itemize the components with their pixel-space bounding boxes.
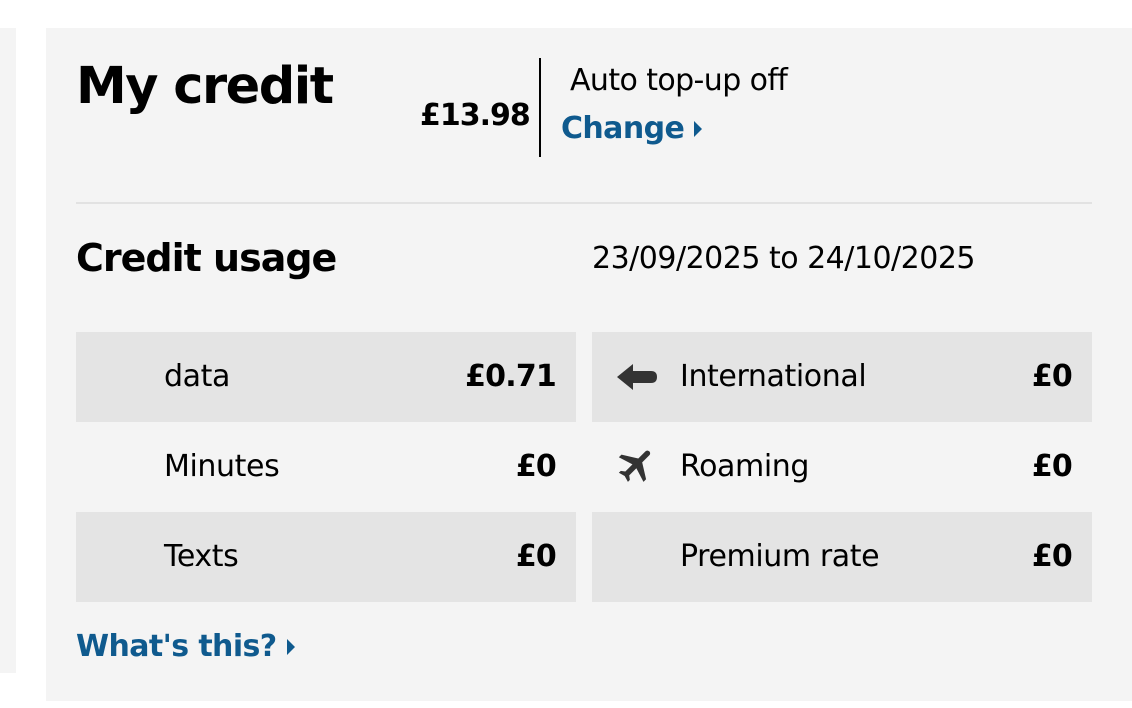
usage-period: 23/09/2025 to 24/10/2025 [592, 241, 976, 276]
usage-row-data: data £0.71 [76, 332, 576, 422]
change-auto-topup-link[interactable]: Change [561, 110, 703, 148]
usage-label: Premium rate [680, 539, 880, 574]
chevron-right-icon [694, 121, 703, 137]
usage-row-premium-rate: Premium rate £0 [592, 512, 1092, 602]
usage-value: £0 [1031, 359, 1073, 394]
usage-label: Roaming [680, 449, 810, 484]
usage-value: £0.71 [465, 359, 557, 394]
usage-row-minutes: Minutes £0 [76, 422, 576, 512]
usage-row-texts: Texts £0 [76, 512, 576, 602]
whats-this-label: What's this? [76, 629, 277, 664]
airplane-icon [614, 450, 660, 484]
credit-balance: £13.98 [420, 98, 531, 133]
usage-label: Texts [164, 539, 239, 574]
my-credit-title: My credit [76, 57, 334, 116]
usage-label: data [164, 359, 230, 394]
credit-usage-title: Credit usage [76, 236, 337, 280]
divider-vertical [539, 58, 541, 157]
usage-value: £0 [1031, 539, 1073, 574]
my-credit-card: My credit £13.98 Auto top-up off Change … [46, 28, 1132, 701]
usage-row-roaming: Roaming £0 [592, 422, 1092, 512]
usage-label: International [680, 359, 867, 394]
usage-value: £0 [515, 539, 557, 574]
auto-topup-status: Auto top-up off [570, 63, 788, 98]
usage-label: Minutes [164, 449, 280, 484]
usage-row-international: International £0 [592, 332, 1092, 422]
whats-this-link[interactable]: What's this? [76, 628, 295, 666]
divider-horizontal [76, 202, 1092, 204]
arrow-left-icon [614, 360, 660, 394]
usage-value: £0 [1031, 449, 1073, 484]
chevron-right-icon [286, 639, 295, 655]
usage-value: £0 [515, 449, 557, 484]
previous-card-edge [0, 28, 16, 673]
change-link-label: Change [561, 111, 685, 146]
